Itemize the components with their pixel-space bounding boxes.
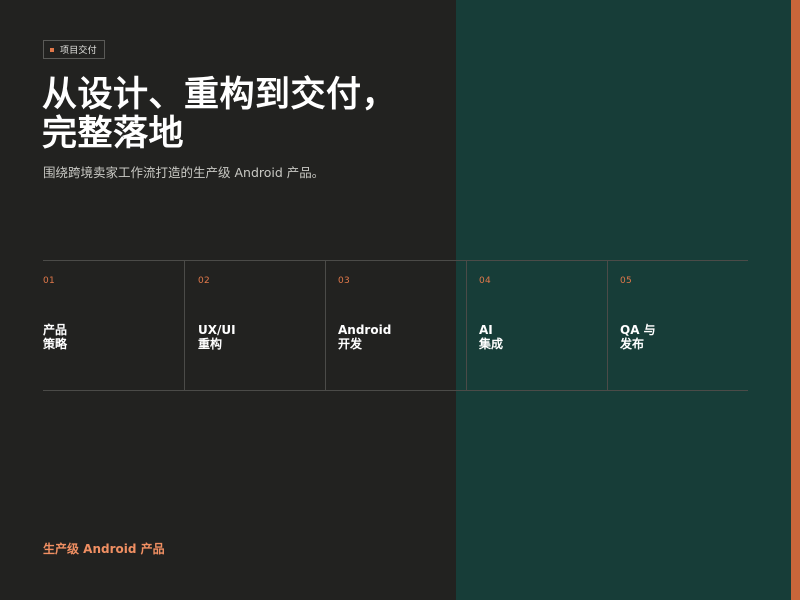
step-label-line-1: Android [338,323,392,337]
step-label: Android 开发 [338,323,391,351]
section-tag: 项目交付 [43,40,105,59]
step-label: UX/UI 重构 [198,323,236,351]
step-label-line-1: AI [479,323,493,337]
step-number: 04 [479,276,492,286]
step-ai-integration: 04 AI 集成 [467,261,607,391]
step-label: QA 与 发布 [620,323,656,351]
step-label-line-1: 产品 [43,323,68,337]
page-title-line-2: 完整落地 [42,114,185,154]
step-number: 01 [43,276,56,286]
square-bullet-icon [50,47,54,52]
step-label-line-2: 集成 [479,337,504,351]
section-tag-label: 项目交付 [60,46,97,56]
step-label: AI 集成 [479,323,503,351]
step-number: 05 [620,276,633,286]
step-label-line-2: 策略 [43,337,68,351]
step-ux-ui: 02 UX/UI 重构 [185,261,325,391]
step-label-line-2: 重构 [198,337,223,351]
footer-label: 生产级 Android 产品 [43,542,165,556]
step-qa-release: 05 QA 与 发布 [608,261,748,391]
page-title-line-1: 从设计、重构到交付， [42,75,398,115]
step-label-line-1: UX/UI [198,323,236,337]
step-label-line-1: QA 与 [620,323,656,337]
step-label-line-2: 发布 [620,337,645,351]
page-title: 从设计、重构到交付， 完整落地 [42,76,462,154]
step-number: 03 [338,276,351,286]
process-steps: 01 产品 策略 02 UX/UI 重构 03 Android 开发 04 AI… [43,260,748,391]
accent-strip [791,0,800,600]
step-product-strategy: 01 产品 策略 [43,261,184,391]
step-label-line-2: 开发 [338,337,363,351]
step-number: 02 [198,276,211,286]
step-android-dev: 03 Android 开发 [326,261,466,391]
step-label: 产品 策略 [43,323,67,351]
page-subtitle: 围绕跨境卖家工作流打造的生产级 Android 产品。 [43,165,325,180]
